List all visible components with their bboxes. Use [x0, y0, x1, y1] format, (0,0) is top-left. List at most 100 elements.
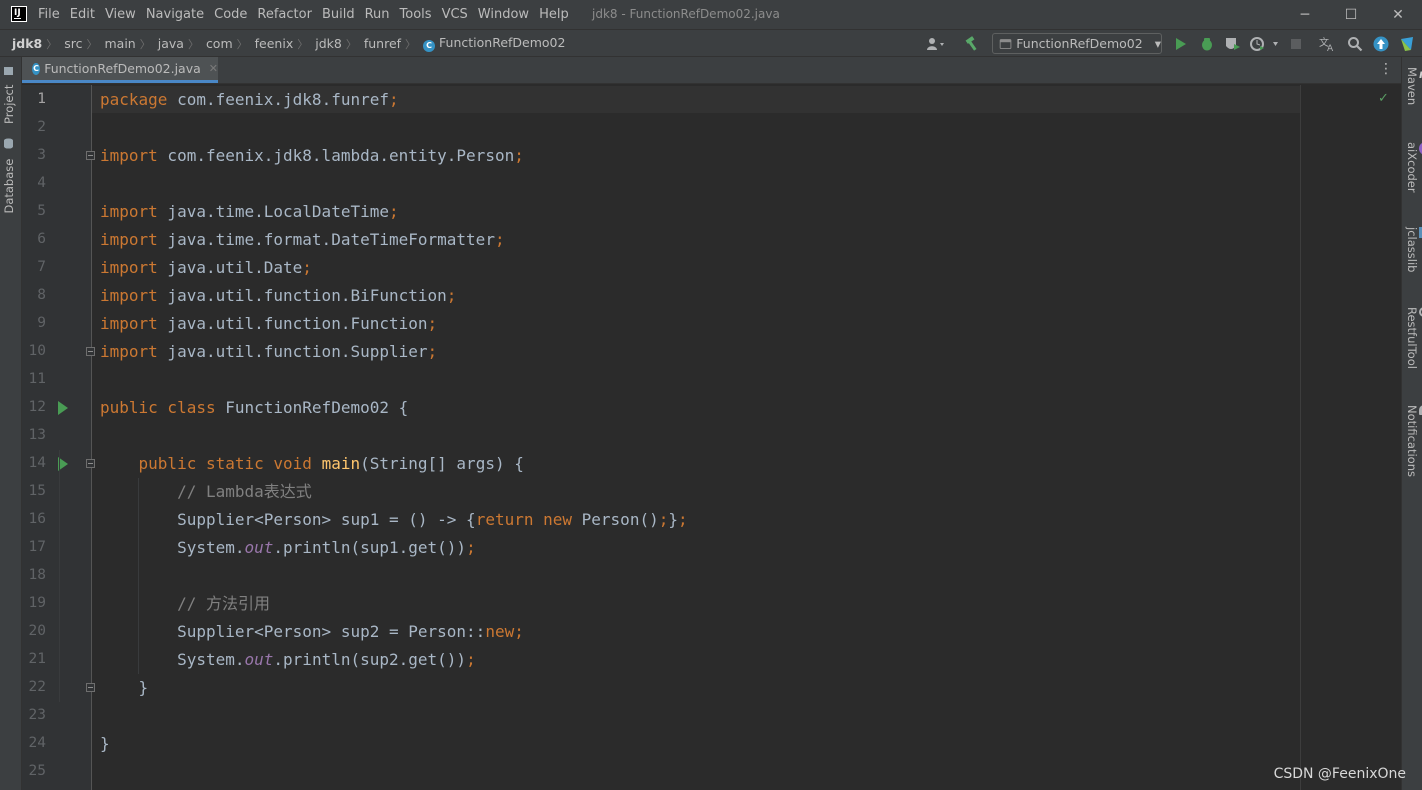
code-line[interactable]: public class FunctionRefDemo02 { [100, 394, 408, 422]
menu-help[interactable]: Help [538, 7, 570, 22]
notifications-tool-tab[interactable]: Notifications [1405, 405, 1422, 477]
code-editor[interactable]: 1 2 3 4 5 6 7 8 9 10 11 12 13 14 15 16 17 18 19 20 21 22 23 24 2… [22, 85, 1401, 790]
database-tool-tab[interactable]: Database [2, 139, 16, 214]
breadcrumb-label: jdk8 [315, 36, 342, 51]
code-line[interactable]: import java.time.format.DateTimeFormatte… [100, 226, 505, 254]
code-line[interactable]: Supplier<Person> sup1 = () -> {return ne… [100, 506, 688, 534]
code-line[interactable]: System.out.println(sup1.get()); [100, 534, 476, 562]
stop-icon[interactable] [1288, 35, 1304, 53]
search-icon[interactable] [1345, 35, 1365, 53]
update-icon[interactable] [1371, 35, 1391, 53]
breadcrumb-item[interactable]: src [64, 36, 82, 51]
aixcoder-tool-tab[interactable]: aiXcoder [1405, 142, 1422, 193]
line-number[interactable]: 15 [22, 483, 46, 499]
breadcrumb-item[interactable]: C FunctionRefDemo02 [423, 35, 565, 52]
code-line[interactable]: import java.util.function.BiFunction; [100, 282, 456, 310]
code-line[interactable]: Supplier<Person> sup2 = Person::new; [100, 618, 524, 646]
close-window-button[interactable]: ✕ [1375, 0, 1421, 29]
debug-icon[interactable] [1197, 35, 1217, 53]
maximize-button[interactable]: ☐ [1328, 0, 1374, 29]
profile-icon[interactable] [1247, 35, 1281, 53]
line-number[interactable]: 11 [22, 371, 46, 387]
breadcrumb-item[interactable]: feenix [255, 36, 294, 51]
fold-marker-icon[interactable] [86, 347, 95, 356]
project-tool-tab[interactable]: Project [2, 67, 16, 124]
menu-tools[interactable]: Tools [399, 7, 433, 22]
maven-tool-tab[interactable]: m Maven [1405, 67, 1422, 105]
fold-marker-icon[interactable] [86, 683, 95, 692]
user-icon[interactable] [924, 35, 948, 53]
code-line[interactable]: import java.time.LocalDateTime; [100, 198, 399, 226]
breadcrumb-item[interactable]: com [206, 36, 233, 51]
line-number[interactable]: 7 [22, 259, 46, 275]
line-number[interactable]: 20 [22, 623, 46, 639]
menu-file[interactable]: File [37, 7, 61, 22]
line-number[interactable]: 8 [22, 287, 46, 303]
line-number[interactable]: 17 [22, 539, 46, 555]
line-number[interactable]: 13 [22, 427, 46, 443]
code-line[interactable]: import com.feenix.jdk8.lambda.entity.Per… [100, 142, 524, 170]
code-line[interactable]: import java.util.function.Function; [100, 310, 437, 338]
line-number[interactable]: 3 [22, 147, 46, 163]
code-line[interactable]: public static void main(String[] args) { [100, 450, 524, 478]
line-number[interactable]: 2 [22, 119, 46, 135]
code-line[interactable]: // 方法引用 [100, 590, 270, 618]
line-number[interactable]: 4 [22, 175, 46, 191]
coverage-icon[interactable] [1222, 35, 1244, 53]
line-number[interactable]: 14 [22, 455, 46, 471]
hammer-icon[interactable] [962, 35, 982, 53]
line-number[interactable]: 6 [22, 231, 46, 247]
minimize-button[interactable]: ─ [1282, 0, 1328, 29]
translate-icon[interactable]: 文A [1318, 35, 1338, 53]
code-line[interactable]: } [100, 674, 149, 702]
code-line[interactable]: // Lambda表达式 [100, 478, 312, 506]
line-number[interactable]: 18 [22, 567, 46, 583]
line-number[interactable]: 21 [22, 651, 46, 667]
fold-marker-icon[interactable] [86, 459, 95, 468]
run-configuration-select[interactable]: FunctionRefDemo02 ▾ [992, 33, 1162, 54]
menu-refactor[interactable]: Refactor [256, 7, 313, 22]
intellij-logo-icon[interactable]: IJ [11, 6, 27, 22]
menu-window[interactable]: Window [477, 7, 530, 22]
code-line[interactable]: package com.feenix.jdk8.funref; [100, 86, 399, 114]
plugin-icon[interactable] [1397, 35, 1417, 53]
inspection-ok-icon[interactable]: ✓ [1378, 91, 1389, 106]
menu-vcs[interactable]: VCS [441, 7, 469, 22]
code-line[interactable]: import java.util.Date; [100, 254, 312, 282]
breadcrumb-item[interactable]: java [158, 36, 184, 51]
breadcrumb-item[interactable]: jdk8 [315, 36, 342, 51]
line-number[interactable]: 10 [22, 343, 46, 359]
line-number[interactable]: 12 [22, 399, 46, 415]
line-number[interactable]: 5 [22, 203, 46, 219]
restfultool-tool-tab[interactable]: RestfulTool [1405, 307, 1422, 369]
line-number[interactable]: 16 [22, 511, 46, 527]
run-gutter-icon[interactable] [58, 401, 68, 415]
menu-build[interactable]: Build [321, 7, 356, 22]
code-line[interactable]: } [100, 730, 110, 758]
window-title: jdk8 - FunctionRefDemo02.java [592, 7, 780, 21]
line-number[interactable]: 9 [22, 315, 46, 331]
menu-run[interactable]: Run [364, 7, 391, 22]
line-number[interactable]: 22 [22, 679, 46, 695]
java-class-icon: C [32, 62, 41, 75]
code-line[interactable]: System.out.println(sup2.get()); [100, 646, 476, 674]
menu-edit[interactable]: Edit [69, 7, 96, 22]
breadcrumb-item[interactable]: funref [364, 36, 401, 51]
more-options-icon[interactable]: ⋮ [1379, 61, 1393, 77]
close-tab-icon[interactable]: ✕ [209, 62, 218, 75]
menu-view[interactable]: View [104, 7, 137, 22]
breadcrumb-item[interactable]: jdk8 [12, 36, 42, 51]
breadcrumb-item[interactable]: main [105, 36, 136, 51]
line-number[interactable]: 23 [22, 707, 46, 723]
line-number[interactable]: 25 [22, 763, 46, 779]
line-number[interactable]: 1 [22, 91, 46, 107]
menu-navigate[interactable]: Navigate [145, 7, 205, 22]
code-line[interactable]: import java.util.function.Supplier; [100, 338, 437, 366]
line-number[interactable]: 24 [22, 735, 46, 751]
run-icon[interactable] [1172, 35, 1190, 53]
line-number[interactable]: 19 [22, 595, 46, 611]
editor-tab-functionrefdemo02[interactable]: C FunctionRefDemo02.java ✕ [22, 57, 218, 83]
jclasslib-tool-tab[interactable]: jclasslib [1405, 227, 1422, 272]
fold-marker-icon[interactable] [86, 151, 95, 160]
menu-code[interactable]: Code [213, 7, 248, 22]
